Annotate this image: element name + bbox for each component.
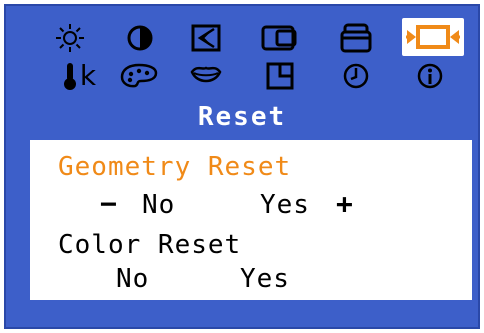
icon-row-bottom: k: [6, 58, 478, 98]
position-icon[interactable]: [186, 20, 226, 56]
icon-row-top: [6, 18, 478, 60]
decrease-symbol[interactable]: −: [100, 190, 118, 218]
menu-title: Reset: [197, 102, 287, 132]
color-reset-no-option[interactable]: No: [116, 266, 149, 292]
contrast-icon[interactable]: [120, 20, 160, 56]
image-setup-icon[interactable]: [336, 20, 376, 56]
information-icon[interactable]: [410, 58, 450, 94]
color-effect-icon[interactable]: [186, 58, 226, 94]
geometry-reset-yes-option[interactable]: Yes: [260, 192, 310, 218]
brightness-icon[interactable]: [50, 20, 90, 56]
clock-icon[interactable]: [336, 58, 376, 94]
pip-icon[interactable]: [260, 58, 300, 94]
color-temperature-icon[interactable]: k: [54, 58, 104, 94]
geometry-reset-label[interactable]: Geometry Reset: [58, 154, 291, 180]
color-palette-icon[interactable]: [116, 58, 162, 94]
image-reset-icon[interactable]: [402, 18, 464, 56]
size-icon[interactable]: [260, 20, 300, 56]
increase-symbol[interactable]: +: [336, 190, 354, 218]
color-reset-yes-option[interactable]: Yes: [240, 266, 290, 292]
temperature-k-label: k: [79, 59, 97, 92]
geometry-reset-no-option[interactable]: No: [142, 192, 175, 218]
color-reset-label[interactable]: Color Reset: [58, 232, 241, 258]
osd-menu: k Reset Geometry Reset − No Yes + Color …: [4, 4, 480, 329]
reset-options-panel: Geometry Reset − No Yes + Color Reset No…: [30, 140, 472, 300]
